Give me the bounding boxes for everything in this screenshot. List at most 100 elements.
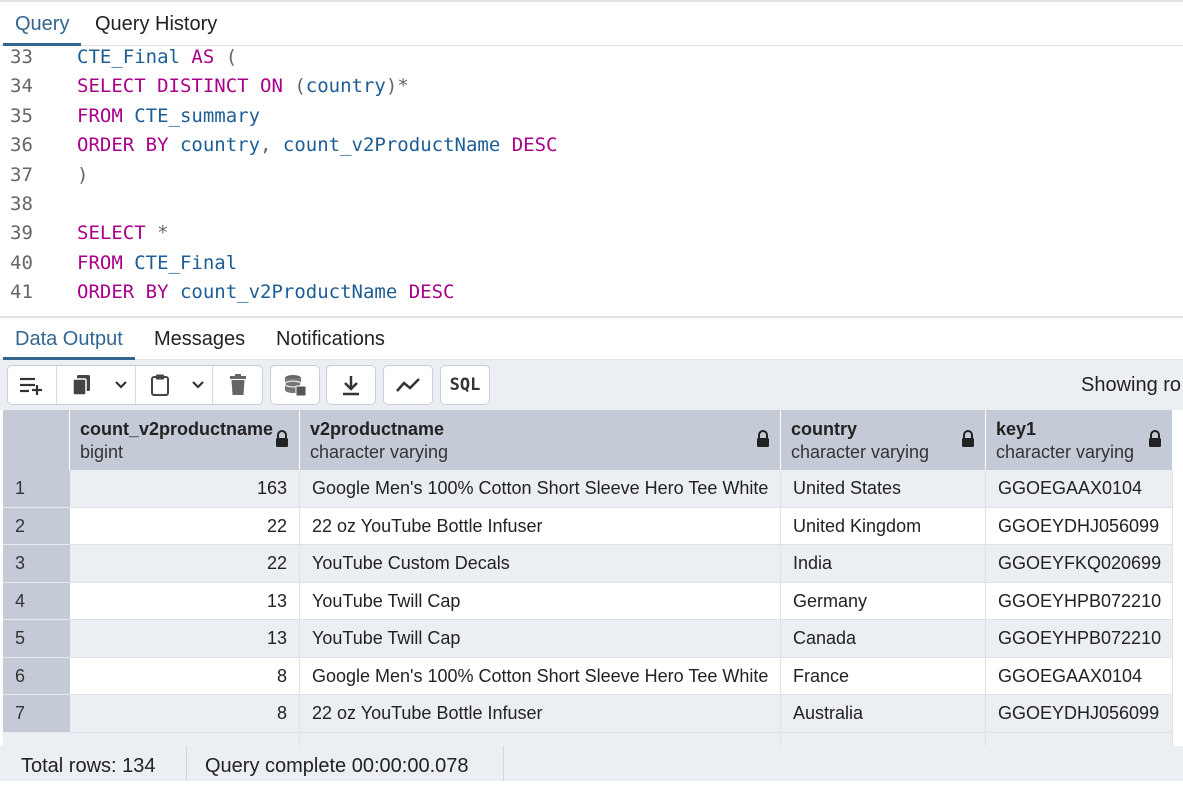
cell-product[interactable]: 22 oz YouTube Bottle Infuser	[300, 695, 781, 733]
row-number[interactable]	[3, 732, 70, 746]
code-token: SELECT DISTINCT ON	[77, 75, 283, 98]
cell-key1[interactable]: GGOEYHPB072210	[986, 620, 1173, 658]
cell-key1[interactable]: GGOEGAAX0104	[986, 657, 1173, 695]
cell-product[interactable]: YouTube Twill Cap	[300, 582, 781, 620]
row-number[interactable]: 5	[3, 620, 70, 658]
cell-count[interactable]: 8	[70, 657, 300, 695]
cell-country[interactable]: Australia	[781, 695, 986, 733]
sql-icon[interactable]: SQL	[441, 366, 489, 404]
copy-dropdown-chevron-icon[interactable]	[107, 366, 135, 404]
cell-key1[interactable]: GGOEYHPB072210	[986, 582, 1173, 620]
paste-dropdown-chevron-icon[interactable]	[184, 366, 212, 404]
column-header-country[interactable]: country character varying	[781, 410, 986, 470]
column-header-v2productname[interactable]: v2productname character varying	[300, 410, 781, 470]
total-rows-text: Total rows: 134	[21, 755, 156, 777]
query-complete-text: Query complete 00:00:00.078	[205, 755, 469, 777]
sql-group: SQL	[440, 365, 490, 405]
cell-product[interactable]: 22 oz YouTube Bottle Infuser	[300, 507, 781, 545]
cell-count[interactable]: 13	[70, 620, 300, 658]
cell-count[interactable]: 163	[70, 470, 300, 508]
code-line[interactable]: 40 FROM CTE_Final	[0, 252, 1183, 281]
column-type: character varying	[310, 442, 449, 462]
cell-product[interactable]: YouTube Twill Cap	[300, 620, 781, 658]
column-name: country	[791, 419, 858, 439]
code-line[interactable]: 36 ORDER BY country, count_v2ProductName …	[0, 134, 1183, 163]
code-token: DESC	[511, 134, 558, 157]
code-token: )	[77, 163, 89, 186]
delete-icon[interactable]	[213, 366, 263, 404]
cell-key1[interactable]: GGOEYDHJ056099	[986, 695, 1173, 733]
code-token: country	[168, 134, 261, 157]
line-number: 35	[10, 104, 33, 127]
cell-product[interactable]	[300, 732, 781, 746]
tab-query[interactable]: Query	[3, 2, 82, 46]
cell-country[interactable]: India	[781, 545, 986, 583]
cell-count[interactable]	[70, 732, 300, 746]
code-line[interactable]: 39 SELECT *	[0, 222, 1183, 251]
code-line[interactable]: 33 CTE_Final AS (	[0, 46, 1183, 75]
row-number[interactable]: 7	[3, 695, 70, 733]
code-token: FROM	[77, 104, 123, 127]
code-text: FROM CTE_summary	[77, 105, 260, 127]
cell-count[interactable]: 13	[70, 582, 300, 620]
tab-messages[interactable]: Messages	[142, 318, 257, 360]
code-line[interactable]: 37)	[0, 164, 1183, 193]
cell-count[interactable]: 8	[70, 695, 300, 733]
cell-product[interactable]: Google Men's 100% Cotton Short Sleeve He…	[300, 470, 781, 508]
copy-icon[interactable]	[57, 366, 107, 404]
code-token: CTE_summary	[122, 104, 261, 127]
code-token: count_v2ProductName	[282, 134, 512, 157]
column-name: v2productname	[310, 419, 445, 439]
row-number[interactable]: 2	[3, 507, 70, 545]
sql-editor[interactable]: 33 CTE_Final AS (34 SELECT DISTINCT ON (co…	[0, 46, 1183, 316]
cell-country[interactable]: Germany	[781, 582, 986, 620]
code-token: SELECT	[77, 222, 146, 245]
cell-country[interactable]: United Kingdom	[781, 507, 986, 545]
download-icon[interactable]	[327, 366, 375, 404]
paste-icon[interactable]	[136, 366, 184, 404]
graph-group	[383, 365, 433, 405]
tab-data-output[interactable]: Data Output	[3, 318, 135, 360]
results-tab-bar: Data Output Messages Notifications	[0, 316, 1183, 360]
cell-product[interactable]: YouTube Custom Decals	[300, 545, 781, 583]
cell-country[interactable]	[781, 732, 986, 746]
code-line[interactable]: 35 FROM CTE_summary	[0, 105, 1183, 134]
code-token: FROM	[77, 251, 123, 274]
cell-key1[interactable]: GGOEGAAX0104	[986, 470, 1173, 508]
column-type: bigint	[80, 442, 124, 462]
column-header-key1[interactable]: key1 character varying	[986, 410, 1173, 470]
tab-query-history[interactable]: Query History	[83, 2, 229, 46]
row-number[interactable]: 6	[3, 657, 70, 695]
save-data-icon[interactable]	[271, 366, 319, 404]
cell-country[interactable]: United States	[781, 470, 986, 508]
graph-visualiser-icon[interactable]	[384, 366, 432, 404]
code-token: ORDER BY	[77, 134, 169, 157]
cell-count[interactable]: 22	[70, 507, 300, 545]
column-header-count-v2productname[interactable]: count_v2productname bigint	[70, 410, 300, 470]
code-token: ,	[260, 134, 283, 157]
code-line[interactable]: 41 ORDER BY count_v2ProductName DESC	[0, 281, 1183, 310]
row-number[interactable]: 4	[3, 582, 70, 620]
code-line[interactable]: 34 SELECT DISTINCT ON (country)*	[0, 75, 1183, 104]
lock-icon	[275, 430, 289, 453]
cell-key1[interactable]: GGOEYFKQ020699	[986, 545, 1173, 583]
cell-country[interactable]: Canada	[781, 620, 986, 658]
grid-corner[interactable]	[3, 410, 70, 470]
code-text: FROM CTE_Final	[77, 252, 237, 274]
tab-notifications[interactable]: Notifications	[264, 318, 397, 360]
add-row-icon[interactable]	[8, 366, 56, 404]
row-number[interactable]: 3	[3, 545, 70, 583]
cell-product[interactable]: Google Men's 100% Cotton Short Sleeve He…	[300, 657, 781, 695]
row-number[interactable]: 1	[3, 470, 70, 508]
cell-count[interactable]: 22	[70, 545, 300, 583]
line-number: 36	[10, 134, 33, 157]
query-tab-bar: Query Query History	[0, 0, 1183, 46]
code-line[interactable]: 38	[0, 193, 1183, 222]
cell-key1[interactable]	[986, 732, 1173, 746]
edit-button-group	[7, 365, 263, 405]
code-token: DESC	[408, 281, 455, 304]
line-number: 33	[10, 46, 33, 68]
cell-key1[interactable]: GGOEYDHJ056099	[986, 507, 1173, 545]
line-number: 38	[10, 193, 33, 215]
cell-country[interactable]: France	[781, 657, 986, 695]
